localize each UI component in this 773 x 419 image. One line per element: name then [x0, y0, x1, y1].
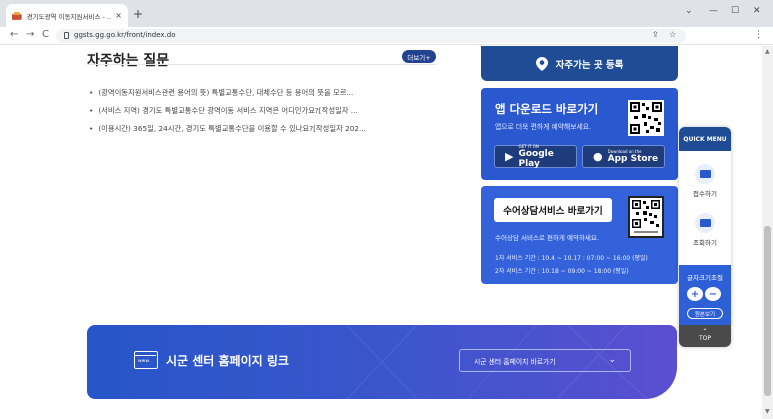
browser-tab-bar: 경기도광역 이동지원서비스 - ... × + ⌄ — ☐ ✕: [0, 0, 773, 27]
faq-list: (광역이동지원서비스관련 용어의 뜻) 특별교통수단, 대체수단 등 용어의 뜻…: [89, 88, 366, 142]
sign-qr-code-icon: [628, 196, 664, 238]
faq-item[interactable]: (광역이동지원서비스관련 용어의 뜻) 특별교통수단, 대체수단 등 용어의 뜻…: [89, 88, 366, 106]
tab-close-icon[interactable]: ×: [115, 11, 122, 20]
register-label: 자주가는 곳 등록: [555, 59, 624, 71]
maximize-button[interactable]: ☐: [731, 6, 739, 16]
site-favicon-icon: [12, 11, 22, 20]
google-play-icon: ▶: [505, 150, 514, 163]
forward-button[interactable]: →: [26, 29, 34, 40]
address-bar[interactable]: ggsts.gg.go.kr/front/index.do ⇪ ☆: [56, 29, 686, 43]
scroll-up-icon[interactable]: ▲: [765, 48, 770, 55]
lock-icon: [64, 32, 69, 39]
quick-menu-apply-label: 접수하기: [693, 190, 717, 198]
faq-more-button[interactable]: 더보기+: [402, 50, 436, 63]
apple-icon: ●: [593, 150, 603, 163]
close-window-button[interactable]: ✕: [753, 6, 761, 16]
browser-toolbar: ← → C ggsts.gg.go.kr/front/index.do ⇪ ☆ …: [0, 27, 773, 45]
minimize-button[interactable]: —: [709, 6, 718, 16]
scroll-top-label: TOP: [698, 335, 711, 342]
tab-title: 경기도광역 이동지원서비스 - ...: [26, 12, 112, 21]
lookup-icon: [695, 213, 715, 233]
font-decrease-button[interactable]: −: [705, 287, 721, 301]
url-text: ggsts.gg.go.kr/front/index.do: [74, 31, 176, 39]
app-download-title: 앱 다운로드 바로가기: [495, 102, 599, 116]
banner-title: 시군 센터 홈페이지 링크: [166, 354, 289, 368]
location-pin-icon: [535, 56, 548, 71]
font-increase-button[interactable]: +: [687, 287, 703, 301]
quick-menu-title: QUICK MENU: [679, 127, 731, 151]
faq-item[interactable]: (이용시간) 365일, 24시간, 경기도 특별교통수단을 이용할 수 있나요…: [89, 124, 366, 142]
sign-language-button[interactable]: 수어상담서비스 바로가기: [494, 198, 612, 222]
chevron-down-icon: ⌄: [608, 355, 616, 365]
app-download-panel: 앱 다운로드 바로가기 앱으로 더욱 편하게 예약해보세요. ▶ GET IT …: [481, 88, 678, 180]
scroll-top-button[interactable]: ⌃ TOP: [679, 325, 731, 347]
web-browser-icon-text: www.: [138, 359, 151, 364]
quick-menu-apply[interactable]: 접수하기: [679, 164, 731, 198]
sign-language-period-1: 1차 서비스 기간 : 10.4 ~ 10.17 : 07:00 ~ 16:00…: [495, 255, 648, 262]
share-icon[interactable]: ⇪: [652, 30, 659, 39]
app-store-button[interactable]: ● Download on the App Store: [582, 145, 665, 168]
sign-language-panel: 수어상담서비스 바로가기 수어상담 서비스로 편하게 예약하세요. 1차 서비스…: [481, 186, 678, 284]
faq-item[interactable]: (서비스 지역) 경기도 특별교통수단 광역이동 서비스 지역은 어디인가요?[…: [89, 106, 366, 124]
new-tab-button[interactable]: +: [133, 8, 143, 20]
quick-menu-lookup-label: 조회하기: [693, 239, 717, 247]
web-browser-icon: www.: [134, 351, 158, 369]
app-download-subtitle: 앱으로 더욱 편하게 예약해보세요.: [495, 123, 592, 131]
city-center-select[interactable]: 시군 센터 홈페이지 바로가기 ⌄: [459, 349, 631, 372]
apply-icon: [695, 164, 715, 184]
quick-menu-lookup[interactable]: 조회하기: [679, 213, 731, 247]
tab-search-icon[interactable]: ⌄: [685, 6, 693, 16]
font-reset-button[interactable]: 원본보기: [687, 308, 723, 319]
app-store-label: App Store: [607, 154, 659, 164]
quick-menu: QUICK MENU 접수하기 조회하기 글자크기조절 + − 원본보기 ⌃ T…: [679, 127, 731, 347]
scroll-down-icon[interactable]: ▼: [765, 408, 770, 415]
back-button[interactable]: ←: [10, 29, 18, 40]
app-qr-code-icon: [628, 100, 664, 136]
google-play-button[interactable]: ▶ GET IT ON Google Play: [494, 144, 577, 169]
page-scrollbar[interactable]: ▲ ▼: [762, 46, 773, 419]
page-content: 자주하는 질문 더보기+ (광역이동지원서비스관련 용어의 뜻) 특별교통수단,…: [0, 46, 762, 419]
faq-divider: [87, 64, 437, 65]
browser-menu-icon[interactable]: ⋮: [754, 30, 763, 40]
scroll-thumb[interactable]: [764, 226, 771, 396]
faq-title: 자주하는 질문: [87, 53, 170, 69]
google-play-label: Google Play: [518, 149, 554, 169]
font-size-control: 글자크기조절 + − 원본보기: [679, 265, 731, 325]
font-size-label: 글자크기조절: [687, 274, 723, 282]
sign-language-period-2: 2차 서비스 기간 : 10.18 ~ 09:00 ~ 18:00 (평일): [495, 268, 629, 275]
city-center-select-label: 시군 센터 홈페이지 바로가기: [474, 357, 556, 366]
chevron-up-icon: ⌃: [702, 328, 708, 335]
sign-language-subtitle: 수어상담 서비스로 편하게 예약하세요.: [495, 234, 599, 242]
city-center-link-banner: www. 시군 센터 홈페이지 링크 시군 센터 홈페이지 바로가기 ⌄: [87, 325, 677, 399]
reload-button[interactable]: C: [42, 29, 49, 40]
bookmark-star-icon[interactable]: ☆: [669, 30, 676, 39]
register-favorite-place-button[interactable]: 자주가는 곳 등록: [481, 46, 678, 81]
browser-tab[interactable]: 경기도광역 이동지원서비스 - ... ×: [6, 4, 128, 27]
